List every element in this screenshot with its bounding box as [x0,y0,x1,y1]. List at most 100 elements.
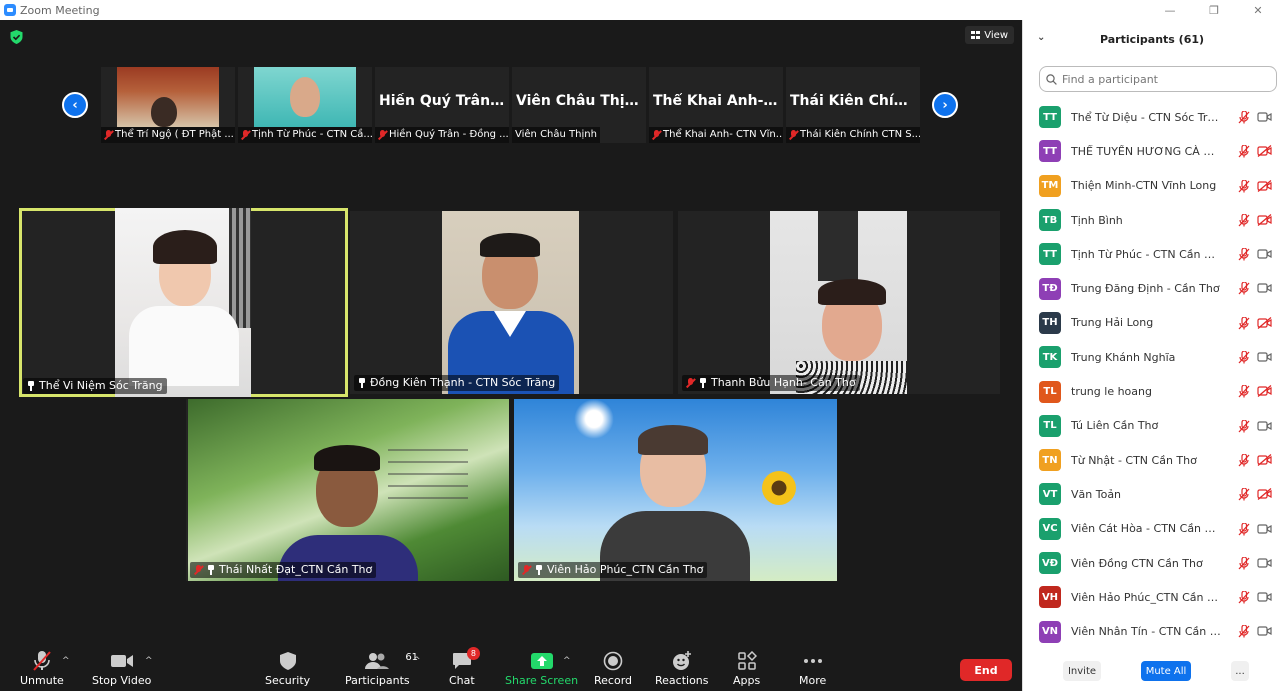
participant-name-display: Viên Châu Thịnh [516,93,645,109]
video-tile[interactable]: Thái Nhất Đạt_CTN Cần Thơ [186,399,509,581]
avatar: TT [1039,106,1061,129]
participant-search[interactable] [1039,66,1277,92]
mic-muted-icon[interactable] [1237,282,1251,295]
video-off-icon[interactable] [1257,488,1272,501]
mic-muted-icon[interactable] [1237,453,1251,467]
sun [574,399,614,439]
stop-video-button[interactable]: Stop Video [92,650,151,687]
video-camera-icon[interactable] [1257,523,1272,535]
participant-name: Từ Nhật - CTN Cần Thơ [1071,453,1197,467]
strip-tile[interactable]: Viên Châu Thịnh Viên Châu Thịnh [512,67,646,143]
more-button[interactable]: More [799,650,826,687]
video-tile[interactable]: Viên Hảo Phúc_CTN Cần Thơ [514,399,837,581]
mic-muted-icon[interactable] [1237,419,1251,433]
participant-name: Thái Kiên Chính CTN S... [800,129,920,140]
participants-options-caret[interactable]: ^ [413,656,421,666]
mic-muted-icon[interactable] [1237,625,1251,638]
strip-tile[interactable]: Thể Khai Anh- C... Thể Khai Anh- CTN Vĩn… [649,67,783,143]
video-camera-icon[interactable] [1257,557,1272,569]
meeting-toolbar: Unmute ^ Stop Video ^ Security 61 Partic… [0,640,1022,691]
video-tile[interactable]: Đồng Kiên Thạnh - CTN Sóc Trăng [350,211,673,394]
video-tile[interactable]: Thanh Bửu Hạnh- Cần Thơ [678,211,1000,394]
view-button[interactable]: View [965,26,1014,44]
participant-row[interactable]: TM Thiện Minh-CTN Vĩnh Long [1023,169,1280,203]
mic-muted-icon[interactable] [1237,145,1251,158]
invite-button[interactable]: Invite [1063,661,1101,681]
audio-options-caret[interactable]: ^ [62,656,70,666]
video-off-icon[interactable] [1257,179,1272,192]
participant-row[interactable]: TB Tịnh Bình [1023,203,1280,237]
video-options-caret[interactable]: ^ [145,656,153,666]
participant-name: Văn Toản [1071,487,1122,501]
video-off-icon[interactable] [1257,385,1272,398]
mic-muted-icon[interactable] [1237,591,1251,604]
video-camera-icon[interactable] [1257,351,1272,363]
participant-name: Thái Nhất Đạt_CTN Cần Thơ [219,563,373,576]
participant-row[interactable]: VN Viên Nhân Tín - CTN Cần Thơ [1023,614,1280,648]
strip-tile[interactable]: Thái Kiên Chính... Thái Kiên Chính CTN S… [786,67,920,143]
mic-muted-icon[interactable] [1237,351,1251,364]
mic-muted-icon[interactable] [1237,316,1251,330]
participant-shirt [129,306,239,386]
chat-button[interactable]: 8 Chat [449,647,480,687]
unmute-label: Unmute [20,674,64,687]
participant-row[interactable]: TK Trung Khánh Nghĩa [1023,340,1280,374]
mute-all-button[interactable]: Mute All [1141,661,1191,681]
apps-button[interactable]: Apps [733,650,760,687]
panel-more-button[interactable]: ... [1231,661,1249,681]
share-options-caret[interactable]: ^ [563,656,571,666]
minimize-button[interactable]: — [1148,0,1192,20]
end-meeting-button[interactable]: End [960,659,1012,681]
mic-muted-icon[interactable] [1237,213,1251,227]
video-off-icon[interactable] [1257,316,1272,329]
mic-muted-icon[interactable] [1237,522,1251,536]
close-button[interactable]: ✕ [1236,0,1280,20]
mic-muted-icon[interactable] [1237,385,1251,398]
record-button[interactable]: Record [594,650,632,687]
participant-row[interactable]: TL Tú Liên Cần Thơ [1023,409,1280,443]
window-controls: — ❐ ✕ [1148,0,1280,20]
video-camera-icon[interactable] [1257,248,1272,260]
video-tile-active-speaker[interactable]: Thể Vi Niệm Sóc Trăng [19,208,348,397]
unmute-button[interactable]: Unmute [20,650,64,687]
video-off-icon[interactable] [1257,213,1272,226]
participant-row[interactable]: VĐ Viên Đồng CTN Cần Thơ [1023,546,1280,580]
restore-button[interactable]: ❐ [1192,0,1236,20]
participant-row[interactable]: TT Thể Từ Diệu - CTN Sóc Trăng [1023,100,1280,134]
video-off-icon[interactable] [1257,453,1272,466]
mic-muted-icon[interactable] [1237,488,1251,501]
search-input[interactable] [1062,72,1262,86]
video-camera-icon[interactable] [1257,591,1272,603]
video-camera-icon[interactable] [1257,420,1272,432]
participant-row[interactable]: TT Tịnh Từ Phúc - CTN Cần Thơ [1023,237,1280,271]
strip-tile[interactable]: Hiền Quý Trân -... Hiền Quý Trân - Đồng … [375,67,509,143]
video-off-icon[interactable] [1257,145,1272,158]
participant-row[interactable]: TH Trung Hải Long [1023,306,1280,340]
strip-tile[interactable]: Thể Trí Ngộ ( ĐT Phật ... [101,67,235,143]
mic-muted-icon[interactable] [1237,179,1251,193]
strip-tile[interactable]: Tịnh Từ Phúc - CTN Cầ... [238,67,372,143]
next-page-button[interactable]: › [932,92,958,118]
participant-row[interactable]: VT Văn Toản [1023,477,1280,511]
previous-page-button[interactable]: ‹ [62,92,88,118]
participant-row[interactable]: TL trung le hoang [1023,374,1280,408]
participant-name-display: Thái Kiên Chính... [790,93,920,109]
video-camera-icon[interactable] [1257,625,1272,637]
participant-row[interactable]: TĐ Trung Đăng Định - Cần Thơ [1023,271,1280,305]
participant-row[interactable]: VH Viên Hảo Phúc_CTN Cần Thơ [1023,580,1280,614]
sunflower [762,471,796,505]
reactions-button[interactable]: Reactions [655,650,709,687]
participant-row[interactable]: VC Viên Cát Hòa - CTN Cần Thơ [1023,512,1280,546]
collapse-chevron-icon[interactable]: ⌄ [1037,32,1045,43]
participant-row[interactable]: TT THỂ TUYỀN HƯƠNG CÀ MAU [1023,134,1280,168]
video-camera-icon[interactable] [1257,111,1272,123]
video-camera-icon[interactable] [1257,282,1272,294]
mic-muted-icon[interactable] [1237,556,1251,570]
participants-button[interactable]: 61 Participants [345,650,418,687]
mic-muted-icon[interactable] [1237,111,1251,124]
encryption-shield-icon[interactable] [10,30,23,44]
pin-icon [207,565,215,575]
security-button[interactable]: Security [265,650,310,687]
participant-row[interactable]: TN Từ Nhật - CTN Cần Thơ [1023,443,1280,477]
mic-muted-icon[interactable] [1237,248,1251,261]
